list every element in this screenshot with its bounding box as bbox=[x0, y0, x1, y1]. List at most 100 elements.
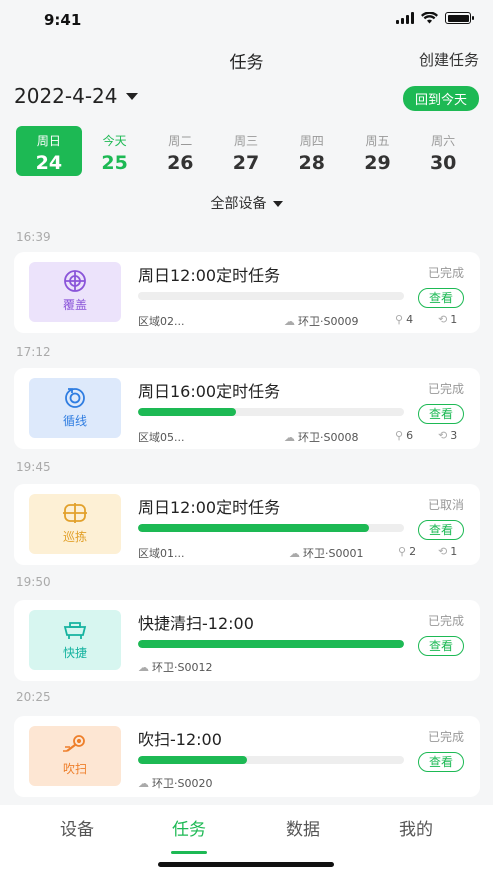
task-progress bbox=[138, 408, 404, 416]
task-area: 区域01... bbox=[138, 547, 185, 560]
view-button[interactable]: 查看 bbox=[418, 520, 464, 540]
cloud-icon: ☁ bbox=[138, 661, 149, 674]
task-title: 周日12:00定时任务 bbox=[138, 498, 281, 517]
loop-icon bbox=[65, 388, 85, 408]
task-card[interactable]: 覆盖 周日12:00定时任务 已完成 查看 区域02... ☁ 环卫·S0009 … bbox=[14, 252, 480, 333]
battery-icon bbox=[445, 12, 474, 24]
status-icons bbox=[396, 12, 474, 24]
task-type-label: 吹扫 bbox=[62, 762, 87, 776]
cloud-icon: ☁ bbox=[284, 315, 295, 328]
task-points: ⚲ 2 bbox=[398, 545, 417, 558]
task-progress bbox=[138, 524, 404, 532]
task-type-label: 快捷 bbox=[62, 646, 87, 660]
task-loops: ⟲ 1 bbox=[438, 545, 458, 558]
task-progress-fill bbox=[138, 640, 404, 648]
task-type-label: 循线 bbox=[62, 414, 87, 428]
task-type-tile: 巡拣 bbox=[29, 494, 121, 554]
tab-tasks-label: 任务 bbox=[172, 820, 206, 840]
sweeper-icon bbox=[63, 622, 87, 639]
patrol-icon bbox=[63, 503, 87, 523]
tab-data[interactable]: 数据 bbox=[263, 815, 343, 840]
task-device: ☁ 环卫·S0008 bbox=[284, 431, 359, 444]
time-label: 16:39 bbox=[16, 230, 51, 244]
tab-mine[interactable]: 我的 bbox=[376, 815, 456, 840]
task-title: 吹扫-12:00 bbox=[138, 730, 222, 749]
status-time: 9:41 bbox=[44, 11, 82, 29]
selected-date: 2022-4-24 bbox=[14, 84, 118, 108]
task-status: 已完成 bbox=[427, 730, 464, 744]
cloud-icon: ☁ bbox=[289, 547, 300, 560]
time-label: 17:12 bbox=[16, 345, 51, 359]
view-button[interactable]: 查看 bbox=[418, 636, 464, 656]
task-card[interactable]: 巡拣 周日12:00定时任务 已取消 查看 区域01... ☁ 环卫·S0001 … bbox=[14, 484, 480, 565]
day-number: 27 bbox=[232, 152, 260, 174]
task-progress-fill bbox=[138, 756, 248, 764]
task-type-tile: 循线 bbox=[29, 378, 121, 438]
view-button[interactable]: 查看 bbox=[418, 404, 464, 424]
time-label: 19:50 bbox=[16, 575, 51, 589]
weekday-label: 周五 bbox=[365, 134, 390, 148]
weekday-label: 周日 bbox=[36, 134, 61, 148]
bottom-tab-bar: 设备 任务 数据 我的 bbox=[0, 805, 493, 879]
task-loops: ⟲ 3 bbox=[438, 429, 458, 442]
task-progress-fill bbox=[138, 524, 370, 532]
time-label: 20:25 bbox=[16, 690, 51, 704]
day-item[interactable]: 周四 28 bbox=[279, 126, 345, 176]
task-progress-fill bbox=[138, 408, 237, 416]
pin-icon: ⚲ bbox=[395, 429, 404, 442]
task-points: ⚲ 6 bbox=[395, 429, 414, 442]
task-type-label: 巡拣 bbox=[62, 530, 87, 544]
device-filter-label: 全部设备 bbox=[210, 196, 267, 212]
task-type-label: 覆盖 bbox=[62, 298, 87, 312]
cloud-icon: ☁ bbox=[284, 431, 295, 444]
task-loops: ⟲ 1 bbox=[438, 313, 458, 326]
repeat-icon: ⟲ bbox=[438, 429, 448, 442]
task-area: 区域05... bbox=[138, 431, 185, 444]
task-progress bbox=[138, 640, 404, 648]
day-number: 29 bbox=[364, 152, 391, 174]
task-progress bbox=[138, 756, 404, 764]
task-device: ☁ 环卫·S0001 bbox=[289, 547, 364, 560]
cellular-signal-icon bbox=[396, 12, 414, 24]
day-item[interactable]: 周三 27 bbox=[213, 126, 279, 176]
task-type-tile: 快捷 bbox=[29, 610, 121, 670]
back-to-today-button[interactable]: 回到今天 bbox=[402, 86, 479, 111]
task-status: 已完成 bbox=[427, 382, 464, 396]
tab-devices[interactable]: 设备 bbox=[37, 815, 117, 840]
task-title: 快捷清扫-12:00 bbox=[138, 614, 254, 633]
repeat-icon: ⟲ bbox=[438, 545, 448, 558]
task-points: ⚲ 4 bbox=[395, 313, 414, 326]
pin-icon: ⚲ bbox=[395, 313, 404, 326]
day-item[interactable]: 周二 26 bbox=[147, 126, 213, 176]
day-item[interactable]: 周五 29 bbox=[345, 126, 411, 176]
day-number: 24 bbox=[35, 152, 63, 174]
blower-icon bbox=[63, 735, 85, 752]
task-card[interactable]: 吹扫 吹扫-12:00 已完成 查看 ☁ 环卫·S0020 bbox=[14, 716, 480, 797]
task-area: 区域02... bbox=[138, 315, 185, 328]
day-item[interactable]: 今天 25 bbox=[82, 126, 148, 176]
device-filter-dropdown[interactable]: 全部设备 bbox=[0, 193, 493, 213]
view-button[interactable]: 查看 bbox=[418, 752, 464, 772]
tab-tasks[interactable]: 任务 bbox=[149, 815, 229, 854]
task-device: ☁ 环卫·S0009 bbox=[284, 315, 359, 328]
caret-down-icon bbox=[272, 201, 283, 207]
week-strip: 周日 24 今天 25 周二 26 周三 27 周四 28 周五 29 周六 30 bbox=[16, 126, 476, 176]
date-picker[interactable]: 2022-4-24 bbox=[14, 84, 138, 108]
task-type-tile: 吹扫 bbox=[29, 726, 121, 786]
day-number: 28 bbox=[298, 152, 325, 174]
task-status: 已完成 bbox=[427, 614, 464, 628]
task-card[interactable]: 快捷 快捷清扫-12:00 已完成 查看 ☁ 环卫·S0012 bbox=[14, 600, 480, 681]
create-task-button[interactable]: 创建任务 bbox=[419, 49, 479, 70]
day-item[interactable]: 周日 24 bbox=[16, 126, 82, 176]
pin-icon: ⚲ bbox=[398, 545, 407, 558]
task-status: 已取消 bbox=[427, 498, 464, 512]
day-number: 25 bbox=[101, 152, 128, 174]
task-card[interactable]: 循线 周日16:00定时任务 已完成 查看 区域05... ☁ 环卫·S0008 … bbox=[14, 368, 480, 449]
weekday-label: 周四 bbox=[299, 134, 324, 148]
view-button[interactable]: 查看 bbox=[418, 288, 464, 308]
status-bar: 9:41 bbox=[0, 0, 493, 40]
task-type-tile: 覆盖 bbox=[29, 262, 121, 322]
day-item[interactable]: 周六 30 bbox=[410, 126, 476, 176]
active-tab-indicator bbox=[171, 851, 207, 854]
task-title: 周日16:00定时任务 bbox=[138, 382, 281, 401]
